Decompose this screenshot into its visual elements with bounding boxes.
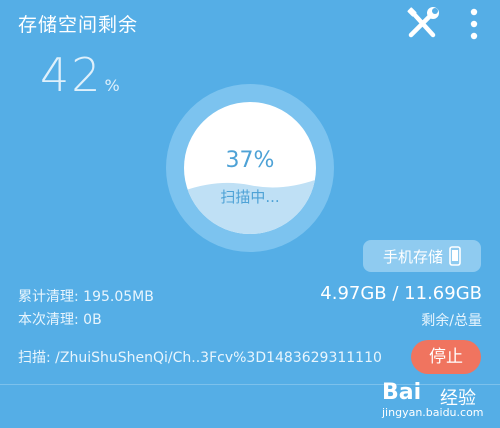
cumulative-cleanup: 累计清理: 195.05MB xyxy=(18,286,154,306)
scan-label: 扫描: xyxy=(18,350,51,366)
storage-capacity-caption: 剩余/总量 xyxy=(421,313,482,329)
current-cleanup: 本次清理: 0B xyxy=(18,309,102,329)
scan-progress-gauge: 37% 扫描中... xyxy=(166,84,334,252)
stop-button[interactable]: 停止 xyxy=(411,340,481,374)
cumulative-cleanup-value: 195.05MB xyxy=(83,289,154,305)
watermark-url: jingyan.baidu.com xyxy=(382,406,484,419)
page-title: 存储空间剩余 xyxy=(18,14,139,36)
storage-remaining-percent: 42% xyxy=(40,48,120,102)
storage-remaining-value: 42 xyxy=(40,48,103,102)
gauge-percent: 37% xyxy=(225,148,275,173)
watermark-brand: Bai xyxy=(382,380,422,405)
gauge-status: 扫描中... xyxy=(220,188,280,206)
current-cleanup-value: 0B xyxy=(83,312,102,328)
current-cleanup-label: 本次清理: xyxy=(18,312,79,328)
more-vertical-icon[interactable] xyxy=(466,6,482,42)
cumulative-cleanup-label: 累计清理: xyxy=(18,289,79,305)
scan-path: /ZhuiShuShenQi/Ch..3Fcv%3D1483629311110 xyxy=(55,350,382,366)
baidu-watermark: Bai 经验 jingyan.baidu.com xyxy=(382,378,494,424)
phone-storage-label: 手机存储 xyxy=(382,247,443,266)
wrench-screwdriver-icon[interactable] xyxy=(402,4,442,44)
storage-remaining-unit: % xyxy=(104,76,120,95)
scan-path-line: 扫描: /ZhuiShuShenQi/Ch..3Fcv%3D1483629311… xyxy=(18,347,382,367)
phone-icon xyxy=(449,246,461,266)
storage-capacity: 4.97GB / 11.69GB xyxy=(320,283,482,304)
phone-storage-button[interactable]: 手机存储 xyxy=(363,240,481,272)
